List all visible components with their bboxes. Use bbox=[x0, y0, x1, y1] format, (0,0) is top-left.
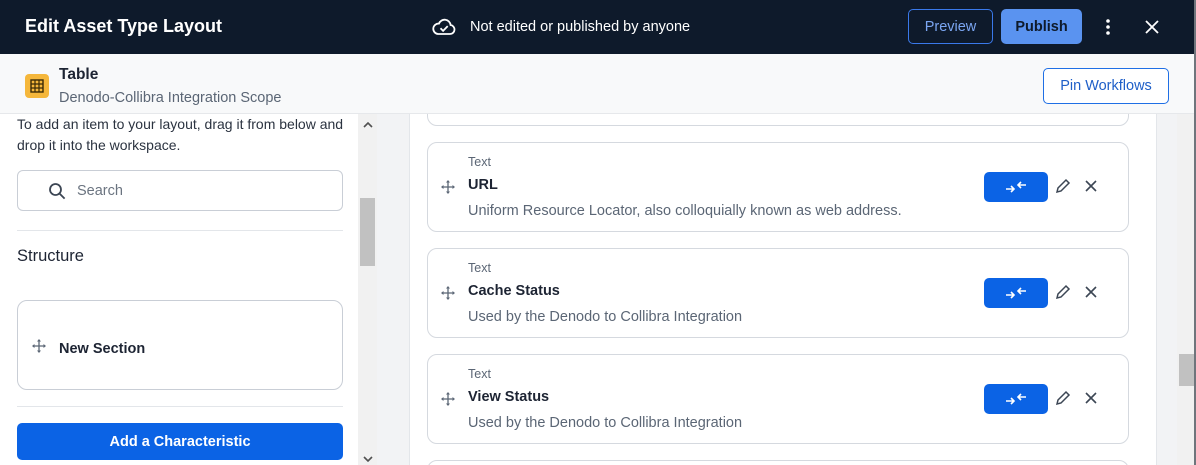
card-kind: Text bbox=[468, 261, 491, 275]
publish-button[interactable]: Publish bbox=[1001, 9, 1082, 44]
publish-status-text: Not edited or published by anyone bbox=[470, 19, 691, 35]
divider bbox=[17, 230, 343, 231]
layout-card bbox=[427, 460, 1129, 465]
pin-workflows-button[interactable]: Pin Workflows bbox=[1043, 68, 1169, 104]
drag-move-icon[interactable] bbox=[441, 286, 455, 300]
structure-heading: Structure bbox=[17, 247, 84, 265]
workspace: Text URL Uniform Resource Locator, also … bbox=[377, 114, 1177, 465]
layout-card[interactable]: Text View Status Used by the Denodo to C… bbox=[427, 354, 1129, 444]
collapse-arrows-icon bbox=[1006, 393, 1026, 405]
pencil-icon[interactable] bbox=[1055, 284, 1071, 300]
card-description: Used by the Denodo to Collibra Integrati… bbox=[468, 415, 743, 431]
scroll-up-icon[interactable] bbox=[362, 119, 373, 130]
asset-name: Table bbox=[59, 66, 99, 83]
sidebar-scrollbar[interactable] bbox=[358, 114, 377, 465]
card-description: Used by the Denodo to Collibra Integrati… bbox=[468, 309, 743, 325]
new-section-label: New Section bbox=[59, 341, 146, 357]
divider bbox=[17, 406, 343, 407]
collapse-button[interactable] bbox=[984, 384, 1048, 414]
scrollbar-thumb[interactable] bbox=[360, 198, 375, 266]
collapse-arrows-icon bbox=[1006, 181, 1026, 193]
new-section-item[interactable]: New Section bbox=[17, 300, 343, 390]
top-bar: Edit Asset Type Layout Not edited or pub… bbox=[0, 0, 1196, 54]
cloud-check-icon bbox=[432, 18, 456, 35]
card-name: URL bbox=[468, 177, 498, 193]
close-icon[interactable] bbox=[1085, 286, 1097, 298]
layout-card bbox=[427, 114, 1129, 126]
sidebar: To add an item to your layout, drag it f… bbox=[0, 114, 377, 465]
close-icon[interactable] bbox=[1085, 180, 1097, 192]
pencil-icon[interactable] bbox=[1055, 390, 1071, 406]
close-icon[interactable] bbox=[1140, 15, 1164, 39]
scrollbar-thumb[interactable] bbox=[1179, 354, 1194, 386]
scroll-down-icon[interactable] bbox=[362, 454, 373, 465]
card-name: View Status bbox=[468, 389, 550, 405]
layout-card[interactable]: Text URL Uniform Resource Locator, also … bbox=[427, 142, 1129, 232]
card-name: Cache Status bbox=[468, 283, 560, 299]
publish-status: Not edited or published by anyone bbox=[432, 15, 690, 39]
more-options-icon[interactable] bbox=[1098, 15, 1118, 39]
search-input[interactable]: Search bbox=[17, 170, 343, 211]
close-icon[interactable] bbox=[1085, 392, 1097, 404]
drag-move-icon[interactable] bbox=[32, 339, 46, 353]
search-placeholder: Search bbox=[77, 183, 123, 199]
collapse-button[interactable] bbox=[984, 278, 1048, 308]
asset-scope: Denodo-Collibra Integration Scope bbox=[59, 90, 282, 106]
card-kind: Text bbox=[468, 367, 491, 381]
add-characteristic-button[interactable]: Add a Characteristic bbox=[17, 423, 343, 460]
search-icon bbox=[49, 183, 66, 200]
workspace-canvas: Text URL Uniform Resource Locator, also … bbox=[409, 114, 1157, 465]
collapse-arrows-icon bbox=[1006, 287, 1026, 299]
page-title: Edit Asset Type Layout bbox=[25, 16, 223, 36]
collapse-button[interactable] bbox=[984, 172, 1048, 202]
drag-move-icon[interactable] bbox=[441, 392, 455, 406]
card-kind: Text bbox=[468, 155, 491, 169]
preview-button[interactable]: Preview bbox=[908, 9, 993, 44]
table-grid-icon bbox=[25, 74, 49, 98]
card-description: Uniform Resource Locator, also colloquia… bbox=[468, 203, 902, 219]
sidebar-hint: To add an item to your layout, drag it f… bbox=[17, 116, 344, 153]
layout-card[interactable]: Text Cache Status Used by the Denodo to … bbox=[427, 248, 1129, 338]
pencil-icon[interactable] bbox=[1055, 178, 1071, 194]
drag-move-icon[interactable] bbox=[441, 180, 455, 194]
